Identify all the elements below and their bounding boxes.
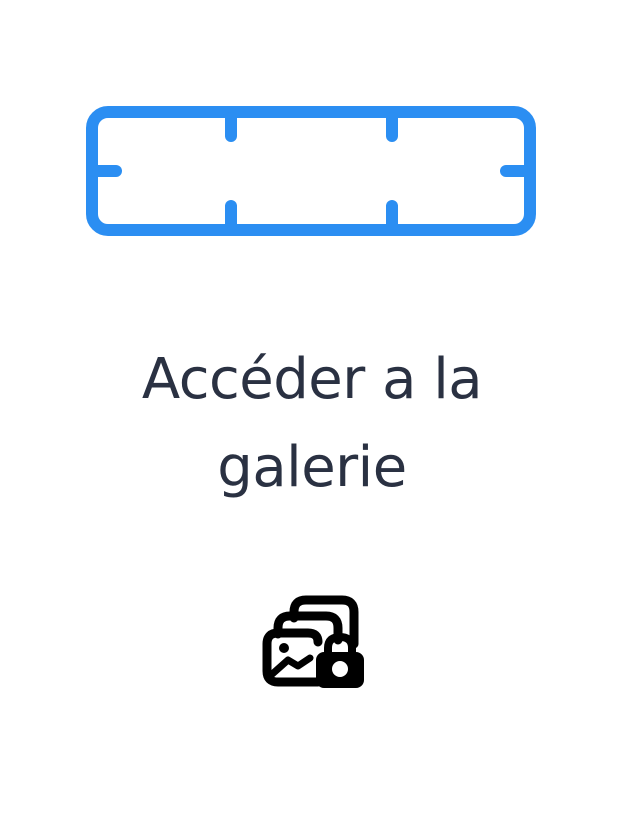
title-line-1: Accéder a la [141,347,483,412]
viewfinder-frame-icon [86,106,536,236]
open-gallery-button[interactable] [258,592,370,694]
gallery-lock-icon [262,595,364,688]
title-line-2: galerie [217,435,407,500]
page-title: Accéder a la galerie [0,336,624,512]
